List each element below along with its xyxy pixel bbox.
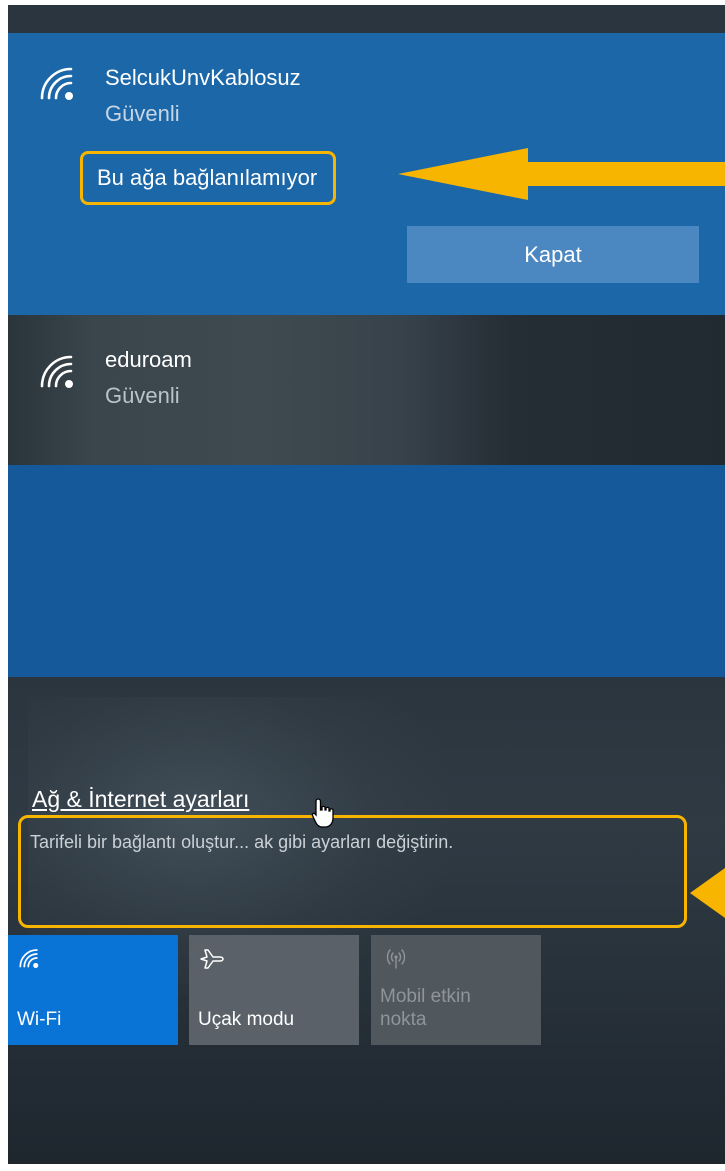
annotation-arrow-right	[398, 148, 725, 200]
wifi-signal-icon	[40, 67, 73, 100]
tile-label: Mobil etkin nokta	[380, 985, 471, 1031]
airplane-icon	[200, 949, 224, 969]
annotation-arrow-bottom	[690, 868, 725, 918]
close-button[interactable]: Kapat	[407, 226, 699, 283]
hand-cursor-icon	[311, 798, 334, 828]
network-name: eduroam	[105, 347, 192, 372]
airplane-mode-tile[interactable]: Uçak modu	[189, 935, 359, 1045]
wifi-icon	[19, 949, 39, 968]
flyout-top-strip	[8, 5, 725, 33]
tile-label-line2: nokta	[380, 1009, 427, 1030]
wifi-signal-icon	[40, 355, 73, 388]
network-name: SelcukUnvKablosuz	[105, 65, 301, 90]
tile-label: Uçak modu	[198, 1009, 295, 1030]
network-list-blank-area	[8, 465, 725, 677]
network-security: Güvenli	[105, 383, 180, 408]
tile-label-line1: Mobil etkin	[380, 986, 471, 1007]
wifi-toggle-tile[interactable]: Wi-Fi	[8, 935, 178, 1045]
connection-error-text: Bu ağa bağlanılamıyor	[80, 151, 337, 205]
mobile-hotspot-tile[interactable]: Mobil etkin nokta	[371, 935, 541, 1045]
network-security: Güvenli	[105, 101, 180, 126]
tile-label: Wi-Fi	[17, 1009, 62, 1030]
network-item-eduroam[interactable]: eduroam Güvenli	[8, 315, 725, 465]
hotspot-icon	[386, 949, 406, 969]
settings-highlight-frame	[18, 815, 687, 928]
network-internet-settings-link[interactable]: Ağ & İnternet ayarları	[32, 786, 249, 813]
